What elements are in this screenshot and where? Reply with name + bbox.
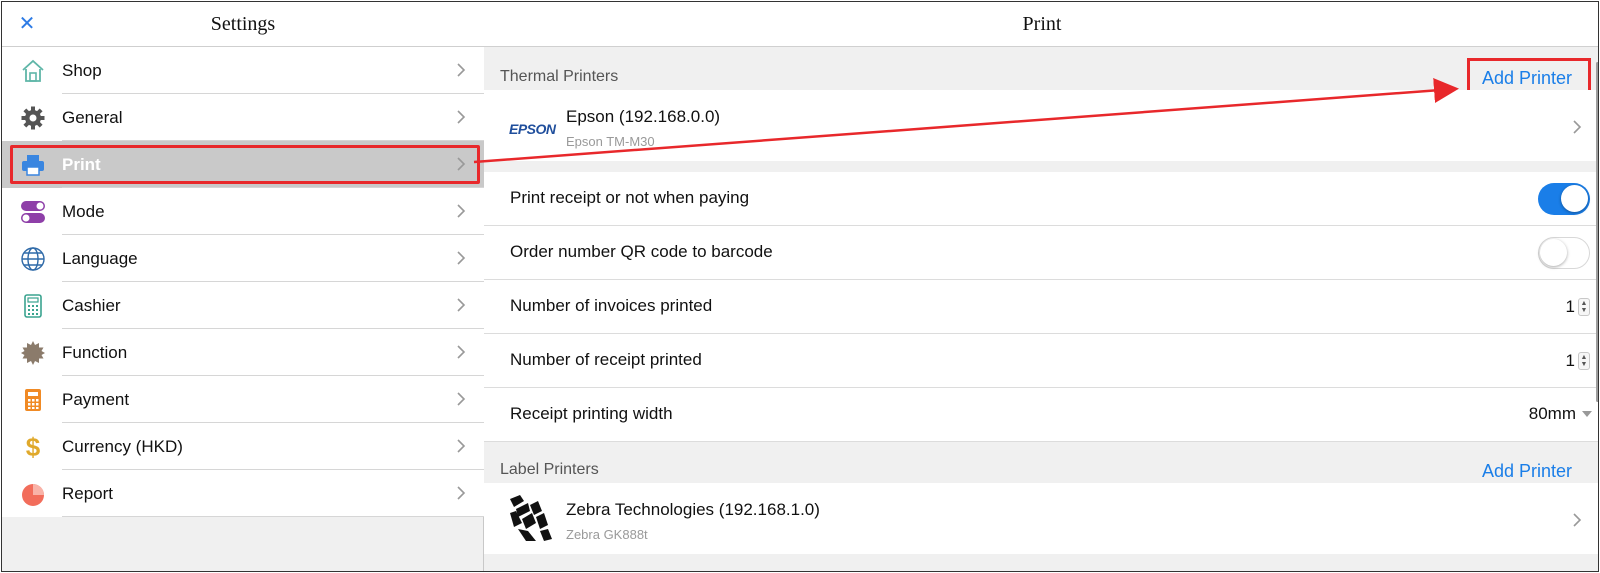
- zebra-logo: [506, 493, 556, 545]
- chevron-right-icon: [457, 439, 466, 453]
- calculator-icon: [20, 387, 46, 413]
- chevron-right-icon: [457, 63, 466, 77]
- sidebar-item-label: Language: [62, 248, 138, 268]
- print-header: Print: [484, 2, 1598, 47]
- sidebar-item-label: Report: [62, 483, 114, 503]
- chevron-right-icon: [457, 110, 466, 124]
- page-title: Print: [1022, 12, 1062, 35]
- label-printer-row[interactable]: Zebra Technologies (192.168.1.0) Zebra G…: [484, 483, 1598, 554]
- chevron-right-icon: [1573, 513, 1582, 527]
- chevron-right-icon: [457, 298, 466, 312]
- caret-down-icon: [1582, 411, 1592, 417]
- epson-logo: EPSON: [509, 121, 556, 137]
- setting-invoices-count: Number of invoices printed 1 ▲ ▼: [484, 280, 1598, 334]
- setting-label: Number of receipt printed: [510, 350, 702, 369]
- cashier-icon: [20, 293, 46, 319]
- stepper-value: 1: [1565, 297, 1575, 316]
- setting-label: Print receipt or not when paying: [510, 188, 750, 207]
- receipt-count-stepper[interactable]: 1 ▲ ▼: [1566, 350, 1590, 372]
- invoices-count-stepper[interactable]: 1 ▲ ▼: [1566, 296, 1590, 318]
- highlight-box: [10, 145, 480, 184]
- app-window: ✕ Settings Shop General Print Mode Langu…: [1, 1, 1599, 572]
- thermal-printers-title: Thermal Printers: [500, 68, 619, 85]
- chevron-right-icon: [457, 392, 466, 406]
- chevron-right-icon: [457, 204, 466, 218]
- printer-name: Zebra Technologies (192.168.1.0): [566, 500, 820, 519]
- sidebar-item-mode[interactable]: Mode: [2, 188, 484, 235]
- sidebar-item-general[interactable]: General: [2, 94, 484, 141]
- settings-title: Settings: [210, 12, 276, 35]
- toggle-knob: [1540, 239, 1567, 266]
- sidebar-item-label: General: [62, 107, 123, 127]
- setting-qr-to-barcode: Order number QR code to barcode: [484, 226, 1598, 280]
- printer-model: Zebra GK888t: [566, 527, 648, 542]
- stepper-arrows-icon[interactable]: ▲ ▼: [1578, 298, 1590, 316]
- setting-label: Receipt printing width: [510, 404, 673, 423]
- pie-chart-icon: [20, 481, 46, 507]
- chevron-right-icon: [457, 486, 466, 500]
- sidebar-item-function[interactable]: Function: [2, 329, 484, 376]
- sidebar-item-label: Mode: [62, 201, 105, 221]
- sidebar-item-label: Shop: [62, 60, 102, 80]
- setting-receipt-count: Number of receipt printed 1 ▲ ▼: [484, 334, 1598, 388]
- scrollbar[interactable]: [1596, 62, 1598, 402]
- svg-text:$: $: [26, 434, 41, 460]
- qr-barcode-toggle[interactable]: [1538, 237, 1590, 269]
- stepper-arrows-icon[interactable]: ▲ ▼: [1578, 352, 1590, 370]
- sidebar-item-shop[interactable]: Shop: [2, 47, 484, 94]
- dollar-icon: $: [20, 434, 46, 460]
- sidebar-item-payment[interactable]: Payment: [2, 376, 484, 423]
- chevron-right-icon: [1573, 120, 1582, 134]
- select-value: 80mm: [1528, 404, 1576, 423]
- chevron-right-icon: [457, 251, 466, 265]
- sidebar-item-label: Payment: [62, 389, 130, 409]
- sidebar-item-currency[interactable]: $ Currency (HKD): [2, 423, 484, 470]
- shop-icon: [20, 58, 46, 84]
- label-printers-title: Label Printers: [500, 461, 599, 478]
- receipt-width-select[interactable]: 80mm: [1529, 404, 1592, 424]
- setting-label: Number of invoices printed: [510, 296, 713, 315]
- print-receipt-toggle[interactable]: [1538, 183, 1590, 215]
- printer-name: Epson (192.168.0.0): [566, 107, 721, 126]
- function-icon: [20, 340, 46, 366]
- settings-menu: Shop General Print Mode Language Cashier…: [2, 47, 484, 517]
- sidebar-item-language[interactable]: Language: [2, 235, 484, 282]
- print-panel: Print Thermal Printers Add Printer EPSON…: [484, 2, 1598, 571]
- sidebar-item-label: Currency (HKD): [62, 436, 183, 456]
- chevron-right-icon: [457, 345, 466, 359]
- printer-model: Epson TM-M30: [566, 134, 655, 149]
- sidebar-item-label: Cashier: [62, 295, 121, 315]
- close-icon[interactable]: ✕: [16, 13, 38, 35]
- sidebar-item-cashier[interactable]: Cashier: [2, 282, 484, 329]
- setting-receipt-width: Receipt printing width 80mm: [484, 388, 1598, 442]
- setting-print-receipt: Print receipt or not when paying: [484, 172, 1598, 226]
- thermal-printer-row[interactable]: EPSON Epson (192.168.0.0) Epson TM-M30: [484, 90, 1598, 161]
- sidebar-item-report[interactable]: Report: [2, 470, 484, 517]
- setting-label: Order number QR code to barcode: [510, 242, 773, 261]
- settings-panel: ✕ Settings Shop General Print Mode Langu…: [2, 2, 484, 571]
- mode-toggle-icon: [20, 199, 46, 225]
- gear-icon: [20, 105, 46, 131]
- toggle-knob: [1561, 185, 1588, 212]
- sidebar-item-label: Function: [62, 342, 128, 362]
- add-label-printer-button[interactable]: Add Printer: [1482, 461, 1572, 482]
- stepper-value: 1: [1565, 351, 1575, 370]
- settings-header: ✕ Settings: [2, 2, 484, 47]
- sidebar-item-print[interactable]: Print: [2, 141, 484, 188]
- globe-icon: [20, 246, 46, 272]
